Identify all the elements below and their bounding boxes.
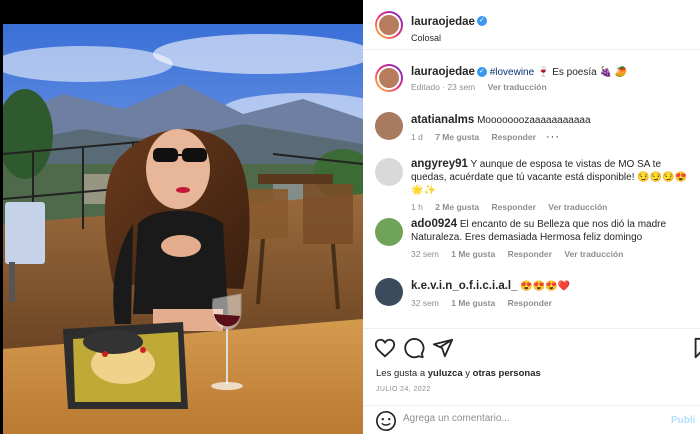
post-image: [3, 24, 363, 434]
comment-username[interactable]: ado0924: [411, 218, 457, 230]
publish-button[interactable]: Publi: [671, 415, 695, 426]
comment-username[interactable]: atatianalms: [411, 114, 474, 126]
author-avatar[interactable]: [375, 11, 403, 39]
post-side-panel: lauraojedae ✓ Colosal lauraojedae ✓ #lovew…: [363, 0, 700, 434]
comment-time: 32 sem: [411, 298, 439, 308]
comment-composer: Publi: [363, 405, 700, 434]
comment-reply-button[interactable]: Responder: [492, 132, 536, 142]
emoji-icon[interactable]: [375, 410, 397, 432]
caption-username[interactable]: lauraojedae: [411, 66, 475, 78]
comment-avatar[interactable]: [375, 218, 403, 246]
comment-time: 1 d: [411, 132, 423, 142]
caption-see-translation[interactable]: Ver traducción: [488, 82, 547, 92]
comment-avatar[interactable]: [375, 278, 403, 306]
comment-input[interactable]: [403, 413, 643, 424]
comment-text: 😍😍😍❤️: [520, 281, 571, 292]
post-date[interactable]: JULIO 24, 2022: [376, 386, 431, 393]
comment-options-icon[interactable]: ···: [546, 131, 560, 143]
caption-text: 🍷 Es poesía 🍇 🥭: [536, 67, 628, 78]
comment-avatar[interactable]: [375, 158, 403, 186]
author-username[interactable]: lauraojedae: [411, 16, 475, 28]
comment-time: 1 h: [411, 202, 423, 212]
caption-hashtag[interactable]: #lovewine: [490, 67, 534, 78]
post-location[interactable]: Colosal: [411, 33, 487, 43]
post-actions: [363, 328, 700, 364]
likes-others[interactable]: otras personas: [473, 368, 541, 379]
comment-avatar[interactable]: [375, 112, 403, 140]
heart-icon[interactable]: [374, 337, 396, 359]
comment-reply-button[interactable]: Responder: [492, 202, 536, 212]
comment-text: Mooooooozaaaaaaaaaaa: [477, 115, 591, 126]
comment-likes[interactable]: 7 Me gusta: [435, 132, 479, 142]
caption-avatar[interactable]: [375, 64, 403, 92]
caption-edited: Editado · 23 sem: [411, 82, 476, 92]
comment-likes[interactable]: 1 Me gusta: [451, 298, 495, 308]
post-photo[interactable]: [3, 24, 363, 434]
share-icon[interactable]: [432, 337, 454, 359]
comment-icon[interactable]: [403, 337, 425, 359]
comment-see-translation[interactable]: Ver traducción: [548, 202, 607, 212]
comment-see-translation[interactable]: Ver traducción: [564, 249, 623, 259]
comment-likes[interactable]: 2 Me gusta: [435, 202, 479, 212]
likes-user[interactable]: yuluzca: [428, 368, 463, 379]
comment-reply-button[interactable]: Responder: [508, 249, 552, 259]
comment-reply-button[interactable]: Responder: [508, 298, 552, 308]
likes-summary: Les gusta a yuluzca y otras personas: [376, 368, 541, 379]
comment-time: 32 sem: [411, 249, 439, 259]
comment-username[interactable]: k.e.v.i.n_o.f.i.c.i.a.l_: [411, 280, 518, 292]
likes-middle: y: [462, 368, 473, 379]
verified-badge-icon: ✓: [476, 67, 487, 78]
likes-prefix: Les gusta a: [376, 368, 428, 379]
post-modal: lauraojedae ✓ Colosal lauraojedae ✓ #lovew…: [0, 0, 700, 434]
verified-badge-icon: ✓: [476, 15, 487, 26]
comment-username[interactable]: angyrey91: [411, 158, 468, 170]
post-header: lauraojedae ✓ Colosal: [363, 0, 700, 50]
comment-likes[interactable]: 1 Me gusta: [451, 249, 495, 259]
bookmark-icon[interactable]: [691, 337, 700, 359]
